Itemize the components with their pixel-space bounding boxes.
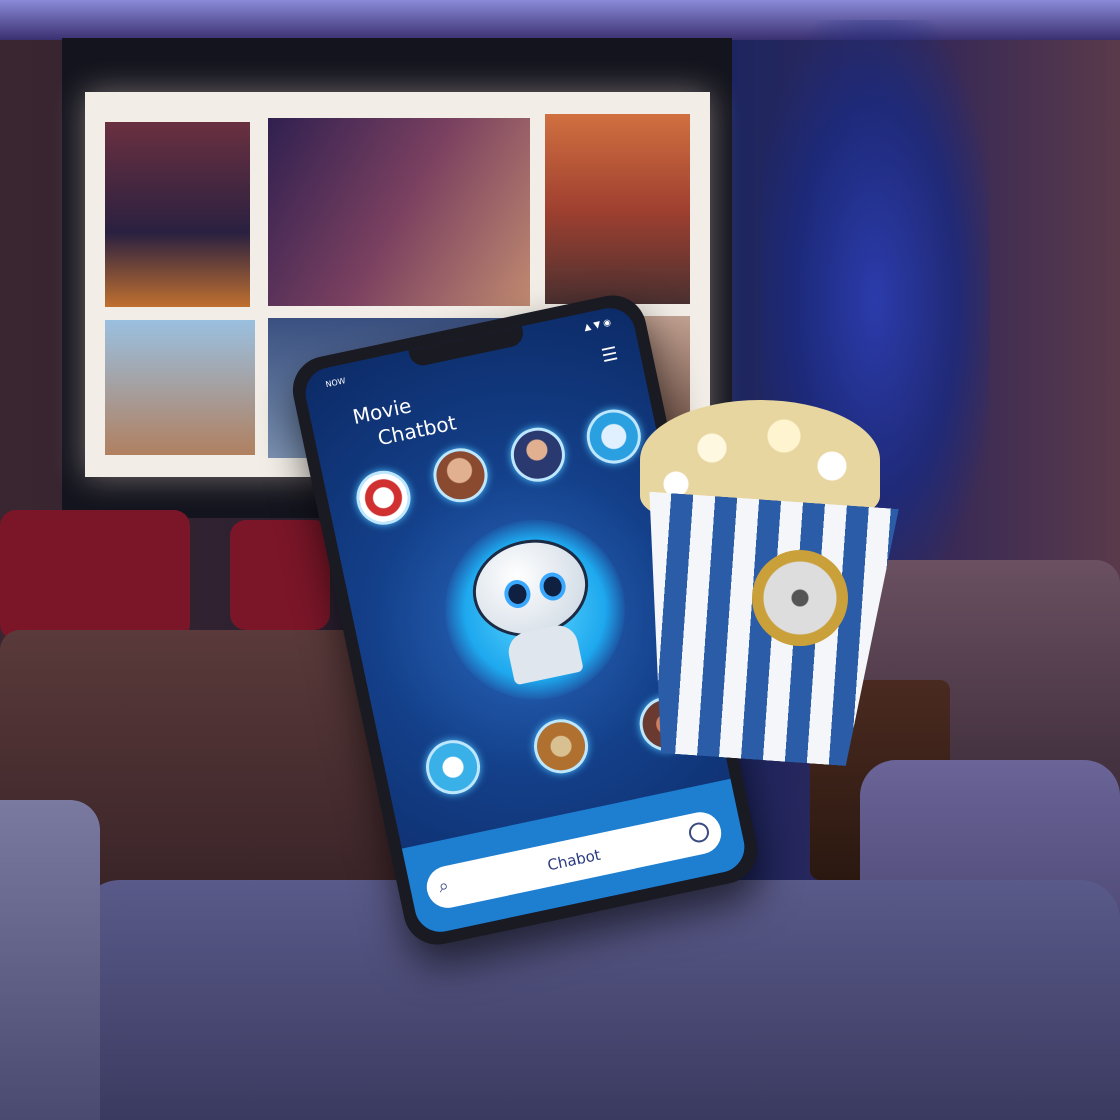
red-pillow [0,510,190,640]
search-input-value: Chabot [545,845,603,875]
poster-1 [105,122,250,307]
film-reel-icon [752,550,848,646]
front-couch [80,880,1120,1120]
robot-eye [537,570,569,603]
send-icon[interactable] [687,820,711,845]
category-button[interactable] [421,735,486,800]
category-button[interactable] [505,422,570,487]
search-icon: ⌕ [436,874,451,898]
poster-4 [105,320,255,455]
status-time: NOW [324,376,347,390]
category-button[interactable] [529,714,594,779]
robot-eye [501,577,534,611]
red-pillow [230,520,330,630]
poster-2 [268,118,530,306]
category-button[interactable] [428,443,493,508]
poster-3 [545,114,690,304]
category-button[interactable] [581,404,646,469]
hamburger-menu-icon[interactable]: ☰ [600,343,620,367]
couch-armrest [0,800,100,1120]
status-icons: ▲ ▼ ◉ [583,317,613,334]
category-button[interactable] [351,465,416,530]
